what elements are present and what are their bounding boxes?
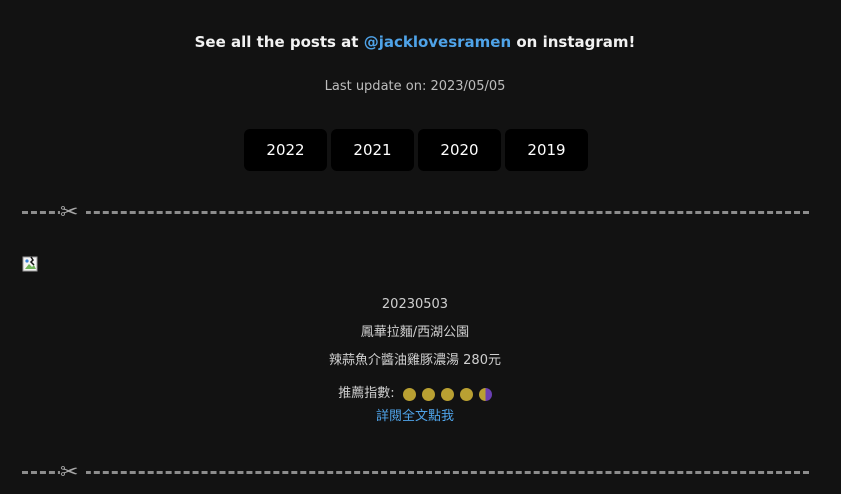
- headline-suffix: on instagram!: [511, 33, 636, 51]
- year-tab-2021[interactable]: 2021: [331, 129, 414, 171]
- instagram-headline: See all the posts at @jacklovesramen on …: [0, 33, 830, 51]
- rating-dot-full: [421, 387, 435, 401]
- read-more-link[interactable]: 詳閱全文點我: [376, 409, 454, 424]
- year-tab-2020[interactable]: 2020: [418, 129, 501, 171]
- scissors-icon: ✂: [60, 462, 86, 484]
- headline-prefix: See all the posts at: [194, 33, 364, 51]
- read-more-row: 詳閱全文點我: [0, 408, 830, 436]
- rating-dot-half: [478, 387, 492, 401]
- post-dish: 辣蒜魚介醬油雞豚濃湯 280元: [329, 353, 501, 368]
- year-tabs: 2022 2021 2020 2019: [244, 129, 588, 171]
- rating-dot-full: [440, 387, 454, 401]
- year-tab-2019[interactable]: 2019: [505, 129, 588, 171]
- instagram-handle-link[interactable]: @jacklovesramen: [364, 33, 511, 51]
- dashed-line: [22, 211, 809, 214]
- rating-label: 推薦指數:: [338, 386, 395, 401]
- last-update-text: Last update on: 2023/05/05: [324, 79, 506, 94]
- post-date: 20230503: [381, 297, 449, 312]
- scissor-divider-bottom: ✂: [22, 462, 809, 484]
- rating-dot-full: [459, 387, 473, 401]
- dashed-line: [22, 471, 809, 474]
- post-card: 20230503 鳳華拉麵/西湖公園 辣蒜魚介醬油雞豚濃湯 280元 推薦指數:…: [0, 296, 830, 436]
- scissor-divider-top: ✂: [22, 202, 809, 224]
- year-tab-2022[interactable]: 2022: [244, 129, 327, 171]
- scissors-icon: ✂: [60, 202, 86, 224]
- rating-dots: [402, 387, 492, 401]
- post-shop: 鳳華拉麵/西湖公園: [360, 325, 470, 340]
- post-rating: 推薦指數:: [0, 380, 830, 408]
- rating-dot-full: [402, 387, 416, 401]
- broken-image-icon: [22, 256, 38, 272]
- page: See all the posts at @jacklovesramen on …: [0, 0, 841, 494]
